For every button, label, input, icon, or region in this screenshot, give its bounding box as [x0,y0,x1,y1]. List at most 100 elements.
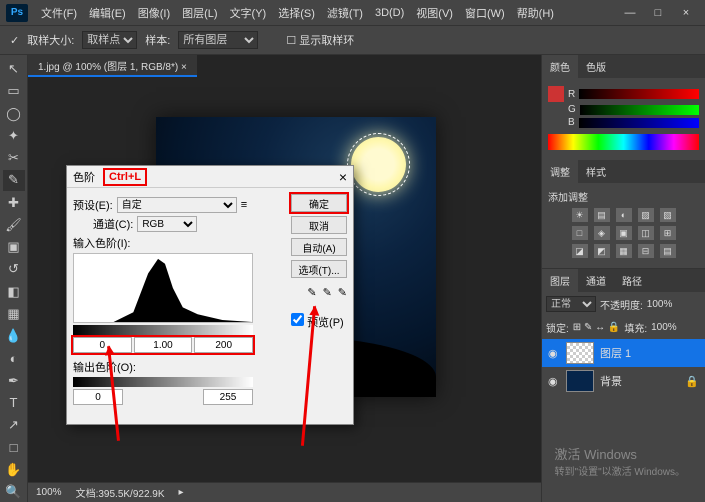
adj-icon[interactable]: ◐ [616,208,632,222]
preset-menu-icon[interactable]: ≡ [241,199,247,211]
adj-icon[interactable]: ☀ [572,208,588,222]
adj-icon[interactable]: □ [572,226,588,240]
history-brush-tool[interactable]: ↺ [3,259,25,279]
visibility-icon[interactable]: ◉ [548,347,560,360]
lock-label: 锁定: [546,320,569,335]
adj-icon[interactable]: ◪ [572,244,588,258]
dodge-tool[interactable]: ◐ [3,348,25,368]
shortcut-badge: Ctrl+L [103,168,147,186]
input-black-field[interactable] [73,337,132,353]
path-tool[interactable]: ↗ [3,415,25,435]
preview-checkbox[interactable]: 预览(P) [291,313,347,330]
eyedropper-tool[interactable]: ✎ [3,170,25,190]
layer-name[interactable]: 图层 1 [600,345,631,361]
layer-row[interactable]: ◉ 图层 1 [542,339,705,367]
adj-icon[interactable]: ▤ [594,208,610,222]
crop-tool[interactable]: ✂ [3,148,25,168]
dialog-title: 色阶 [73,169,95,185]
eraser-tool[interactable]: ◧ [3,282,25,302]
options-button[interactable]: 选项(T)... [291,260,347,278]
adj-icon[interactable]: ◈ [594,226,610,240]
maximize-button[interactable]: □ [645,4,671,22]
adj-icon[interactable]: ▤ [660,244,676,258]
hand-tool[interactable]: ✋ [3,460,25,480]
black-picker-icon[interactable]: ✎ [307,286,316,299]
menu-view[interactable]: 视图(V) [411,2,458,24]
windows-watermark: 激活 Windows 转到"设置"以激活 Windows。 [555,444,685,478]
zoom-level[interactable]: 100% [36,487,62,498]
move-tool[interactable]: ↖ [3,59,25,79]
levels-dialog: 色阶 Ctrl+L × 预设(E): 自定 ≡ 通道(C): RGB 输入色阶(… [66,165,354,425]
sample-select[interactable]: 所有图层 [178,31,258,49]
layers-tab[interactable]: 图层 [542,269,578,292]
channel-select[interactable]: RGB [137,216,197,232]
type-tool[interactable]: T [3,393,25,413]
menu-file[interactable]: 文件(F) [36,2,82,24]
adjustments-tab[interactable]: 调整 [542,160,578,183]
fg-swatch[interactable] [548,86,564,102]
channels-tab[interactable]: 通道 [578,269,614,292]
stamp-tool[interactable]: ▣ [3,237,25,257]
adj-icon[interactable]: ◫ [638,226,654,240]
heal-tool[interactable]: ✚ [3,193,25,213]
menu-image[interactable]: 图像(I) [133,2,175,24]
marquee-tool[interactable]: ▭ [3,81,25,101]
menu-layer[interactable]: 图层(L) [177,2,222,24]
menu-bar: Ps 文件(F) 编辑(E) 图像(I) 图层(L) 文字(Y) 选择(S) 滤… [0,0,705,25]
preset-select[interactable]: 自定 [117,197,237,213]
menu-help[interactable]: 帮助(H) [512,2,559,24]
auto-button[interactable]: 自动(A) [291,238,347,256]
paths-tab[interactable]: 路径 [614,269,650,292]
menu-edit[interactable]: 编辑(E) [84,2,131,24]
minimize-button[interactable]: — [617,4,643,22]
lasso-tool[interactable]: ◯ [3,104,25,124]
adj-icon[interactable]: ▨ [638,208,654,222]
visibility-icon[interactable]: ◉ [548,375,560,388]
zoom-tool[interactable]: 🔍 [3,482,25,502]
adj-icon[interactable]: ▧ [660,208,676,222]
output-black-field[interactable] [73,389,123,405]
shape-tool[interactable]: □ [3,437,25,457]
ok-button[interactable]: 确定 [291,194,347,212]
layer-name[interactable]: 背景 [600,373,622,389]
dialog-close-icon[interactable]: × [339,169,347,185]
color-tab[interactable]: 颜色 [542,55,578,78]
adj-icon[interactable]: ◩ [594,244,610,258]
wand-tool[interactable]: ✦ [3,126,25,146]
moon-selection [351,137,406,192]
blur-tool[interactable]: 💧 [3,326,25,346]
gradient-tool[interactable]: ▦ [3,304,25,324]
layer-row[interactable]: ◉ 背景 🔒 [542,367,705,395]
opacity-value[interactable]: 100% [647,299,673,310]
adj-icon[interactable]: ▦ [616,244,632,258]
adj-icon[interactable]: ▣ [616,226,632,240]
menu-3d[interactable]: 3D(D) [370,4,409,22]
input-white-field[interactable] [194,337,253,353]
adj-icon[interactable]: ⊟ [638,244,654,258]
sample-size-select[interactable]: 取样点 [82,31,137,49]
output-ramp[interactable] [73,377,253,387]
close-button[interactable]: × [673,4,699,22]
brush-tool[interactable]: 🖌 [3,215,25,235]
lock-icons[interactable]: ⊞ ✎ ↔ 🔒 [573,322,621,333]
blend-mode-select[interactable]: 正常 [546,296,596,312]
ps-logo: Ps [6,4,28,22]
white-picker-icon[interactable]: ✎ [338,286,347,299]
output-white-field[interactable] [203,389,253,405]
menu-type[interactable]: 文字(Y) [225,2,272,24]
color-spectrum[interactable] [548,134,699,150]
cancel-button[interactable]: 取消 [291,216,347,234]
gray-picker-icon[interactable]: ✎ [323,286,332,299]
menu-window[interactable]: 窗口(W) [460,2,510,24]
document-tab[interactable]: 1.jpg @ 100% (图层 1, RGB/8*) × [28,55,197,77]
pen-tool[interactable]: ✒ [3,371,25,391]
input-gamma-field[interactable] [134,337,193,353]
menu-select[interactable]: 选择(S) [273,2,320,24]
fill-value[interactable]: 100% [651,322,677,333]
styles-tab[interactable]: 样式 [578,160,614,183]
adj-icon[interactable]: ⊞ [660,226,676,240]
show-ring-label[interactable]: 显示取样环 [299,35,354,47]
input-ramp[interactable] [73,325,253,335]
swatches-tab[interactable]: 色版 [578,55,614,78]
menu-filter[interactable]: 滤镜(T) [322,2,368,24]
